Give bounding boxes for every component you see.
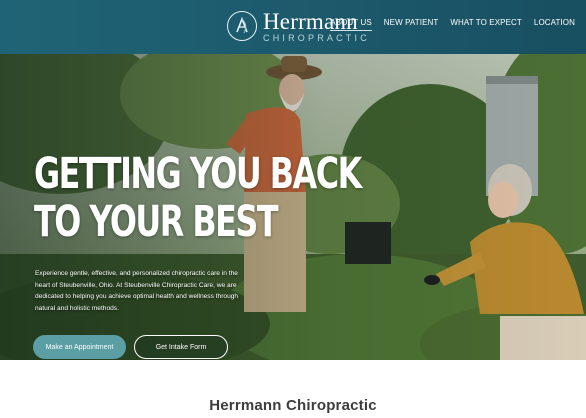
hero-headline-line-1: GETTING YOU BACK <box>34 149 362 199</box>
hero-description: Experience gentle, effective, and person… <box>35 270 239 312</box>
nav-what-to-expect[interactable]: WHAT TO EXPECT <box>450 18 522 31</box>
get-intake-form-button[interactable]: Get Intake Form <box>134 335 228 359</box>
main-nav: ABOUT US NEW PATIENT WHAT TO EXPECT LOCA… <box>330 18 575 31</box>
logo-emblem-icon <box>227 11 257 41</box>
make-appointment-button[interactable]: Make an Appointment <box>33 335 126 359</box>
section-title: Herrmann Chiropractic <box>209 397 377 414</box>
site-header: Herrmann CHIROPRACTIC ABOUT US NEW PATIE… <box>0 0 586 54</box>
nav-new-patient[interactable]: NEW PATIENT <box>384 18 439 31</box>
nav-about-us[interactable]: ABOUT US <box>330 18 372 31</box>
hero-headline: GETTING YOU BACK TO YOUR BEST <box>34 149 362 247</box>
nav-location[interactable]: LOCATION <box>534 18 575 31</box>
hero-headline-line-2: TO YOUR BEST <box>34 197 279 247</box>
logo-subtitle: CHIROPRACTIC <box>263 32 370 43</box>
